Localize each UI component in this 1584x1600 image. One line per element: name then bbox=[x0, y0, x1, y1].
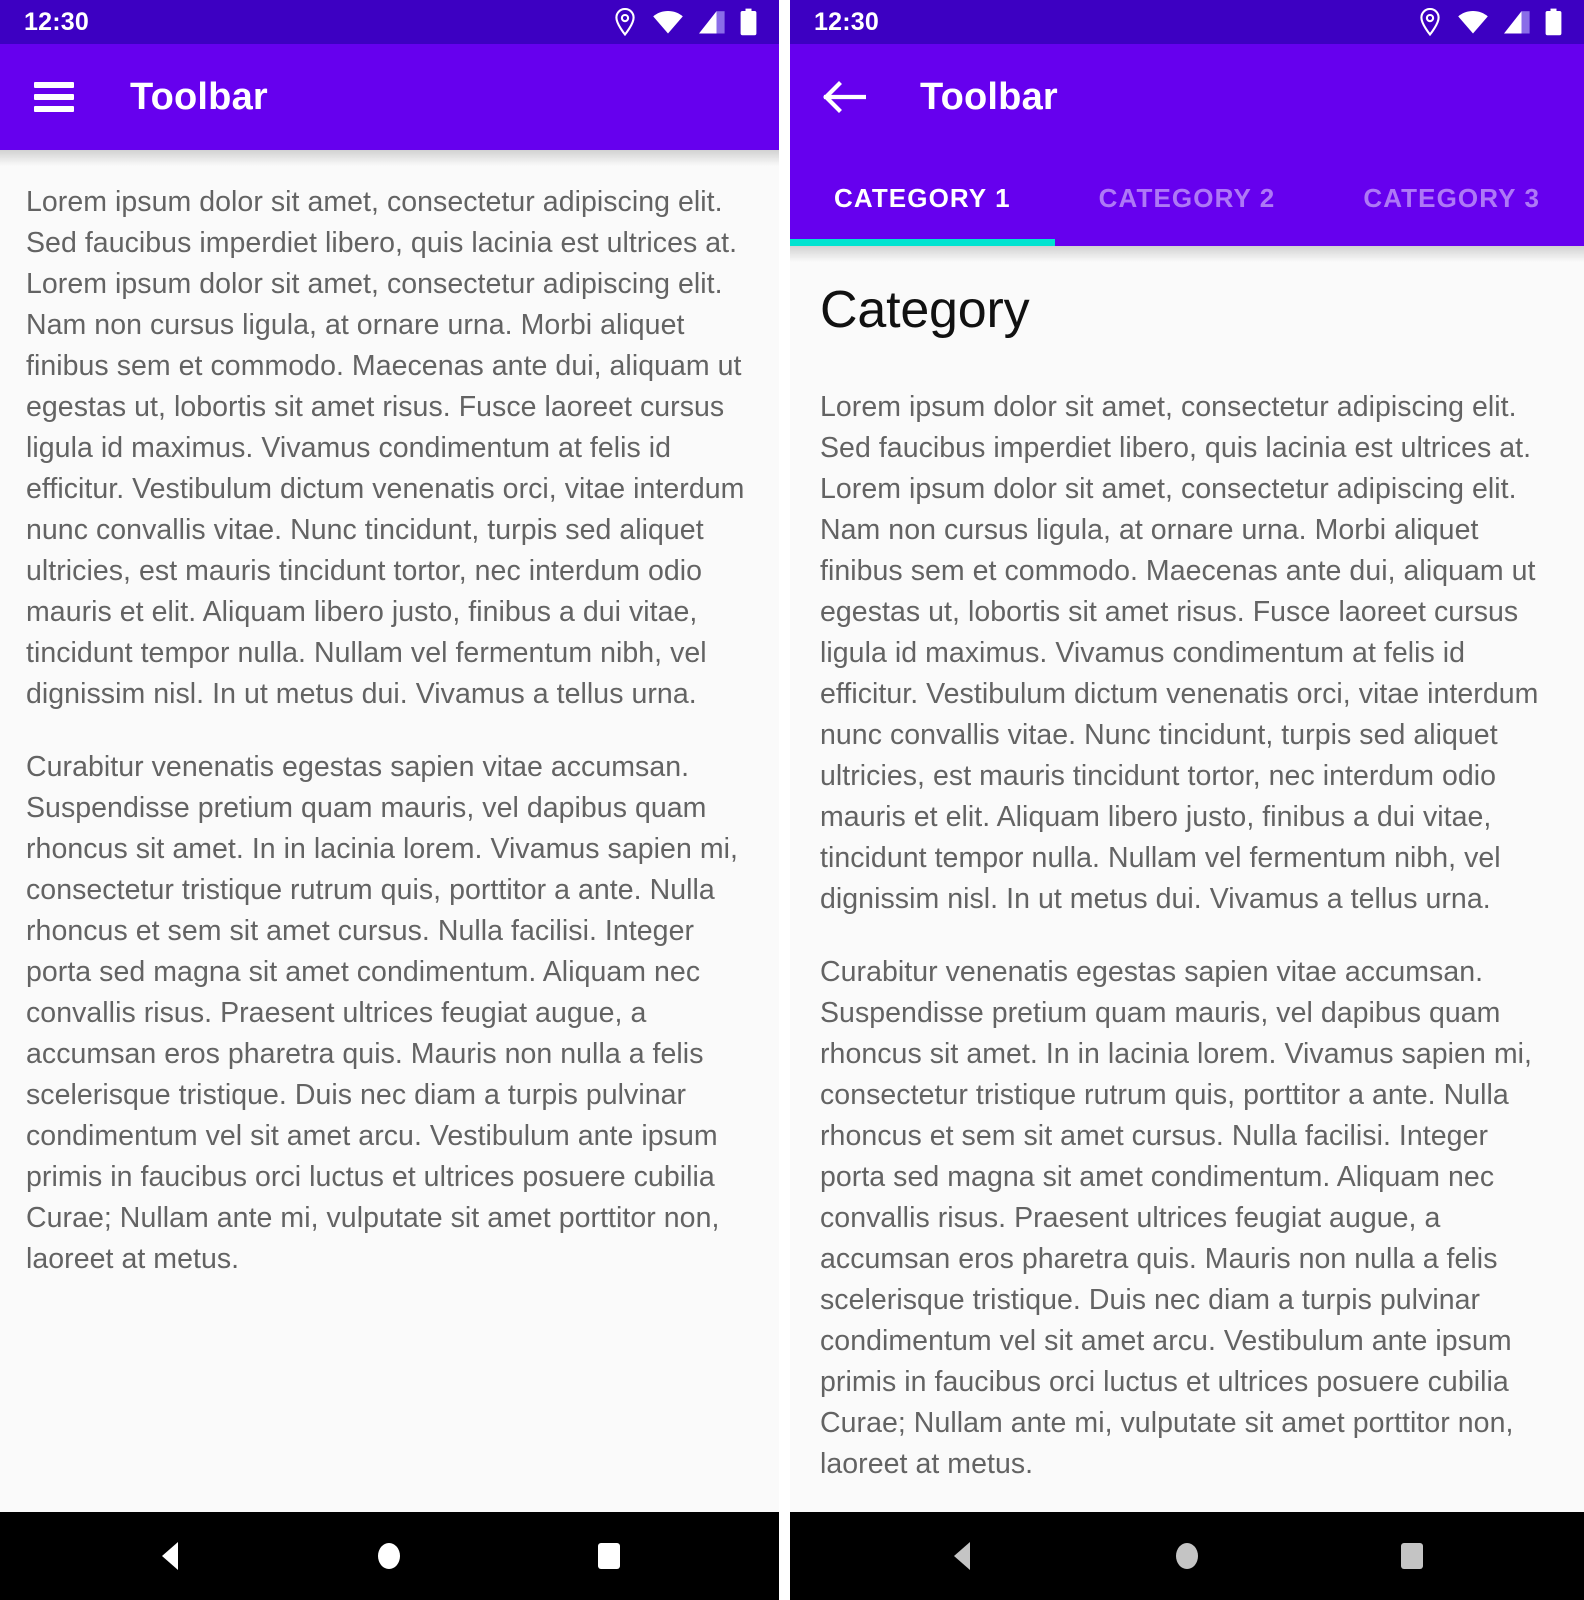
hamburger-menu-icon[interactable] bbox=[30, 73, 78, 121]
status-bar-left: 12:30 bbox=[0, 0, 779, 44]
location-pin-icon bbox=[1418, 8, 1442, 36]
tab-active-indicator bbox=[1319, 239, 1584, 246]
tab-bar: CATEGORY 1 CATEGORY 2 CATEGORY 3 bbox=[790, 150, 1584, 246]
screen-divider-gap bbox=[779, 0, 790, 1600]
screenshot-root: 12:30 Toolbar Lorem ipsum dolor sit amet… bbox=[0, 0, 1584, 1600]
content-area-left[interactable]: Lorem ipsum dolor sit amet, consectetur … bbox=[0, 150, 779, 1512]
toolbar-left: Toolbar bbox=[0, 44, 779, 150]
tab-active-indicator bbox=[1055, 239, 1320, 246]
battery-icon bbox=[1545, 8, 1562, 36]
tab-label: CATEGORY 2 bbox=[1098, 183, 1276, 213]
circle-home-icon[interactable] bbox=[1142, 1512, 1232, 1600]
phone-screen-right: 12:30 Toolbar CATEGORY 1 CATEGORY 2 CATE… bbox=[790, 0, 1584, 1600]
toolbar-title: Toolbar bbox=[130, 76, 268, 118]
toolbar-right: Toolbar bbox=[790, 44, 1584, 150]
tab-label: CATEGORY 3 bbox=[1363, 183, 1541, 213]
system-navigation-bar-right bbox=[790, 1512, 1584, 1600]
body-paragraph-2: Curabitur venenatis egestas sapien vitae… bbox=[820, 956, 1532, 1481]
page-title: Category bbox=[820, 281, 1030, 339]
tab-label: CATEGORY 1 bbox=[834, 183, 1011, 213]
tab-active-indicator bbox=[790, 239, 1055, 246]
triangle-back-icon[interactable] bbox=[125, 1512, 215, 1600]
system-navigation-bar-left bbox=[0, 1512, 779, 1600]
content-area-right[interactable]: Category Lorem ipsum dolor sit amet, con… bbox=[790, 246, 1584, 1512]
wifi-icon bbox=[1457, 10, 1489, 34]
status-icon-group bbox=[1418, 8, 1562, 36]
cellular-signal-icon bbox=[1504, 10, 1530, 34]
tab-category-3[interactable]: CATEGORY 3 bbox=[1319, 150, 1584, 246]
status-bar-right: 12:30 bbox=[790, 0, 1584, 44]
cellular-signal-icon bbox=[699, 10, 725, 34]
battery-icon bbox=[740, 8, 757, 36]
arrow-back-icon[interactable] bbox=[820, 73, 868, 121]
body-paragraph-2: Curabitur venenatis egestas sapien vitae… bbox=[26, 751, 738, 1275]
location-pin-icon bbox=[613, 8, 637, 36]
status-time: 12:30 bbox=[814, 7, 879, 36]
square-recents-icon[interactable] bbox=[564, 1512, 654, 1600]
wifi-icon bbox=[652, 10, 684, 34]
toolbar-title: Toolbar bbox=[920, 76, 1058, 118]
status-time: 12:30 bbox=[24, 7, 89, 36]
circle-home-icon[interactable] bbox=[344, 1512, 434, 1600]
tab-category-2[interactable]: CATEGORY 2 bbox=[1055, 150, 1320, 246]
phone-screen-left: 12:30 Toolbar Lorem ipsum dolor sit amet… bbox=[0, 0, 779, 1600]
body-paragraph-1: Lorem ipsum dolor sit amet, consectetur … bbox=[26, 186, 745, 710]
body-paragraph-1: Lorem ipsum dolor sit amet, consectetur … bbox=[820, 391, 1539, 916]
square-recents-icon[interactable] bbox=[1367, 1512, 1457, 1600]
triangle-back-icon[interactable] bbox=[917, 1512, 1007, 1600]
status-icon-group bbox=[613, 8, 757, 36]
tab-category-1[interactable]: CATEGORY 1 bbox=[790, 150, 1055, 246]
